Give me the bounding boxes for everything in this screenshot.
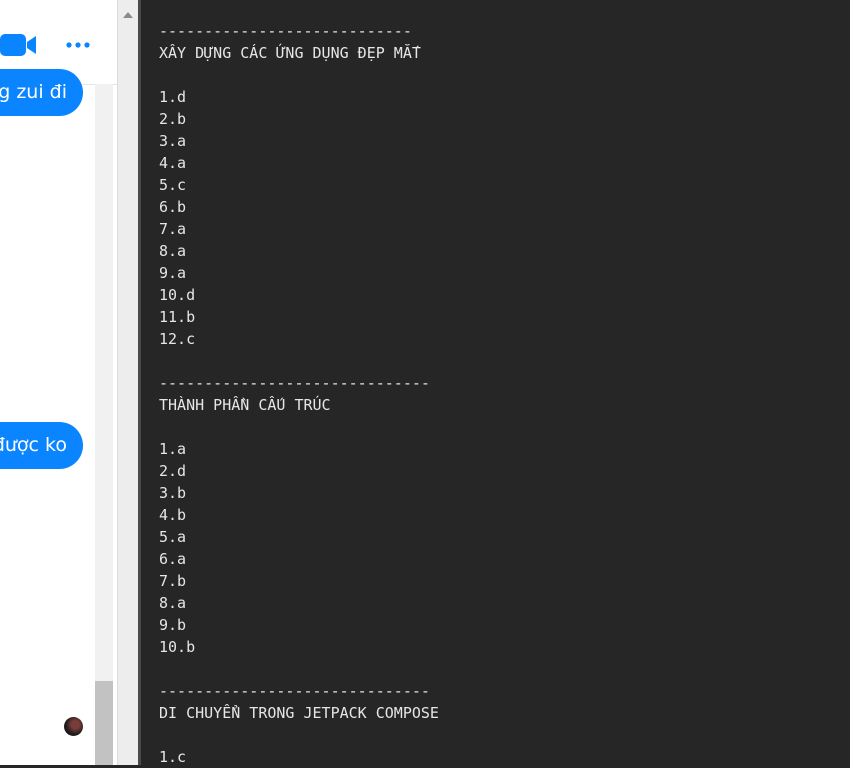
text-line: 9.b <box>159 616 187 634</box>
text-line: 10.b <box>159 638 196 656</box>
text-line: DI CHUYỂN TRONG JETPACK COMPOSE <box>159 704 439 722</box>
text-line: 5.a <box>159 528 187 546</box>
text-line: 3.a <box>159 132 187 150</box>
text-line: 9.a <box>159 264 187 282</box>
message-bubble[interactable]: được ko <box>0 422 83 469</box>
chat-scrollbar-track[interactable] <box>95 84 113 765</box>
text-line: 8.a <box>159 242 187 260</box>
document-text: ---------------------------- XÂY DỰNG CÁC… <box>159 20 439 768</box>
separator-line: ------------------------------ <box>159 682 430 700</box>
more-options-icon[interactable] <box>64 36 92 54</box>
text-line: 11.b <box>159 308 196 326</box>
messenger-chat-pane: g zui đi được ko <box>0 0 117 765</box>
text-line: 1.a <box>159 440 187 458</box>
text-editor-pane[interactable]: ---------------------------- XÂY DỰNG CÁC… <box>141 0 850 768</box>
text-line: 2.b <box>159 110 187 128</box>
text-line: 4.b <box>159 506 187 524</box>
text-line: 12.c <box>159 330 196 348</box>
window-scrollbar[interactable] <box>117 0 139 765</box>
text-line: 7.b <box>159 572 187 590</box>
separator-line: ---------------------------- <box>159 22 412 40</box>
text-line: 6.a <box>159 550 187 568</box>
avatar[interactable] <box>64 717 83 736</box>
text-line: 10.d <box>159 286 196 304</box>
text-line: 1.d <box>159 88 187 106</box>
text-line: XÂY DỰNG CÁC ỨNG DỤNG ĐẸP MẮT <box>159 44 421 62</box>
chat-scrollbar-thumb[interactable] <box>95 681 113 765</box>
text-line: 6.b <box>159 198 187 216</box>
text-line: THÀNH PHẦN CẤU TRÚC <box>159 396 331 414</box>
text-line: 7.a <box>159 220 187 238</box>
message-bubble[interactable]: g zui đi <box>0 69 83 116</box>
video-call-icon[interactable] <box>0 31 38 59</box>
text-line: 3.b <box>159 484 187 502</box>
text-line: 4.a <box>159 154 187 172</box>
scroll-up-arrow-icon[interactable] <box>123 12 133 18</box>
separator-line: ------------------------------ <box>159 374 430 392</box>
text-line: 2.d <box>159 462 187 480</box>
text-line: 8.a <box>159 594 187 612</box>
text-line: 5.c <box>159 176 187 194</box>
